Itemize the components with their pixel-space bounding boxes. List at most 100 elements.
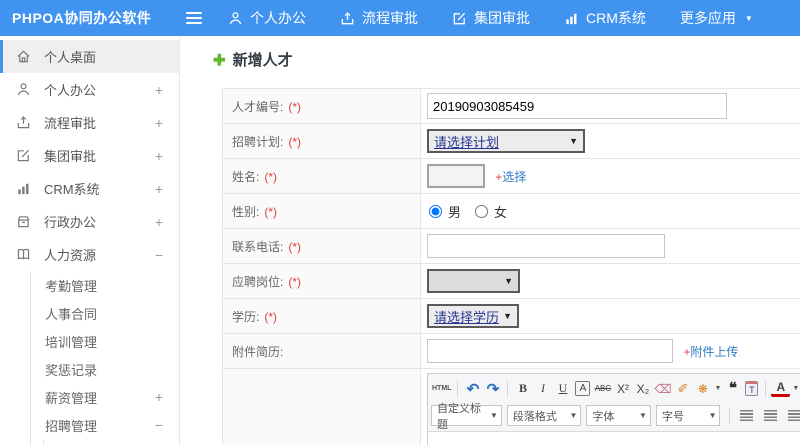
nav-label: 更多应用 (679, 10, 736, 26)
sidebar-item-recruit-demand[interactable]: 招聘需求 (44, 439, 179, 445)
align-center-icon[interactable] (764, 410, 777, 421)
expand-plus-icon[interactable]: + (155, 181, 163, 197)
superscript-icon[interactable]: X² (613, 378, 632, 399)
sidebar-item-personal-desktop[interactable]: 个人桌面 (0, 40, 179, 73)
recruit-submenu: 招聘需求 (43, 439, 179, 445)
eraser-icon[interactable]: ⌫ (653, 378, 672, 399)
page-title: ✚ 新增人才 (213, 49, 293, 70)
caret-down-icon: ▼ (504, 276, 513, 286)
attachment-upload-link[interactable]: +附件上传 (683, 345, 738, 359)
nav-workflow-approval[interactable]: 流程审批 (340, 8, 418, 28)
caret-down-icon: ▼ (503, 311, 512, 321)
add-plus-icon: ✚ (213, 51, 226, 69)
sidebar-item-personnel-contract[interactable]: 人事合同 (31, 299, 179, 327)
sidebar-item-salary-mgmt[interactable]: 薪资管理 + (31, 383, 179, 411)
recruit-plan-label-cell: 招聘计划: (*) (222, 123, 421, 159)
redo-icon[interactable]: ↷ (483, 378, 502, 399)
nav-group-approval[interactable]: 集团审批 (452, 8, 530, 28)
sidebar-item-recruit-mgmt[interactable]: 招聘管理 − (31, 411, 179, 439)
bold-icon[interactable]: B (513, 378, 532, 399)
expand-plus-icon[interactable]: + (155, 389, 163, 405)
underline-icon[interactable]: U (553, 378, 572, 399)
caret-down-icon: ▼ (639, 411, 647, 420)
expand-plus-icon[interactable]: + (155, 214, 163, 230)
required-mark: (*) (288, 239, 302, 254)
resume-file-input[interactable] (427, 339, 673, 363)
sidebar-item-label: 个人办公 (44, 83, 97, 98)
app-title: PHPOA协同办公软件 (12, 10, 152, 26)
name-input[interactable] (427, 164, 485, 188)
required-mark: (*) (264, 204, 278, 219)
sidebar-item-attendance-mgmt[interactable]: 考勤管理 (31, 271, 179, 299)
align-left-icon[interactable] (740, 410, 754, 421)
phone-input[interactable] (427, 234, 665, 258)
font-box-icon[interactable]: A (575, 381, 591, 396)
sidebar-item-personal-office[interactable]: 个人办公 + (0, 73, 179, 106)
paragraph-format-select[interactable]: 段落格式 ▼ (506, 405, 582, 426)
expand-plus-icon[interactable]: + (155, 115, 163, 131)
table-row: 人才编号: (*) (222, 88, 800, 124)
choose-person-link[interactable]: +选择 (495, 170, 526, 184)
nav-personal-office[interactable]: 个人办公 (228, 8, 306, 28)
required-mark: (*) (288, 99, 302, 114)
nav-more-apps[interactable]: 更多应用 ▼ (680, 8, 753, 28)
sidebar-item-reward-punishment[interactable]: 奖惩记录 (31, 355, 179, 383)
collapse-minus-icon[interactable]: − (155, 417, 163, 433)
position-label-cell: 应聘岗位: (*) (222, 263, 421, 299)
sidebar-item-human-resources[interactable]: 人力资源 − (0, 238, 179, 271)
sidebar-item-training-mgmt[interactable]: 培训管理 (31, 327, 179, 355)
html-source-icon[interactable]: HTML (431, 378, 452, 399)
caret-down-icon[interactable]: ▼ (792, 385, 799, 392)
main-content: ✚ 新增人才 人才编号:(*) 招聘计划:(*) 请选择计划 ▼ (181, 36, 800, 445)
caret-down-icon: ▼ (708, 411, 717, 420)
talent-no-input[interactable] (427, 93, 727, 119)
sidebar-item-workflow-approval[interactable]: 流程审批 + (0, 106, 179, 139)
font-size-select[interactable]: 字号 ▼ (655, 405, 721, 426)
talent-no-label-cell: 人才编号: (*) (222, 88, 421, 124)
sidebar-item-label: 流程审批 (44, 116, 97, 131)
format-brush-icon[interactable]: ✐ (673, 378, 692, 399)
required-mark: (*) (264, 309, 278, 324)
required-mark: (*) (264, 169, 278, 184)
table-row: 学历: (*) 请选择学历 ▼ (222, 298, 800, 334)
italic-icon[interactable]: I (533, 378, 552, 399)
paste-text-icon[interactable]: T (745, 381, 759, 396)
user-icon (16, 82, 33, 97)
font-family-select[interactable]: 字体 ▼ (586, 405, 651, 426)
custom-title-select[interactable]: 自定义标题 ▼ (431, 403, 502, 431)
sidebar-item-admin-office[interactable]: 行政办公 + (0, 205, 179, 238)
table-row: 招聘计划: (*) 请选择计划 ▼ (222, 123, 800, 159)
subscript-icon[interactable]: X₂ (633, 378, 652, 399)
menu-icon[interactable] (186, 12, 202, 24)
blockquote-icon[interactable]: ❝ (723, 378, 742, 399)
edit-icon (452, 11, 467, 26)
position-select[interactable]: ▼ (427, 269, 520, 293)
gender-radio-group: 男 女 (427, 202, 800, 221)
sidebar-item-group-approval[interactable]: 集团审批 + (0, 139, 179, 172)
nav-label: 流程审批 (362, 10, 418, 26)
strikethrough-icon[interactable]: ABC (593, 378, 612, 399)
gender-male-radio[interactable] (429, 204, 442, 218)
undo-icon[interactable]: ↶ (463, 378, 482, 399)
user-icon (228, 11, 243, 26)
sidebar-item-crm-system[interactable]: CRM系统 + (0, 172, 179, 205)
font-color-icon[interactable]: A (771, 380, 791, 397)
required-mark: (*) (288, 274, 302, 289)
education-select[interactable]: 请选择学历 ▼ (427, 304, 519, 328)
editor-content-area[interactable] (428, 432, 800, 445)
text-effects-icon[interactable]: ❋ (693, 378, 712, 399)
sidebar-item-label: 行政办公 (44, 215, 97, 230)
collapse-minus-icon[interactable]: − (155, 247, 163, 263)
nav-label: 个人办公 (250, 10, 306, 26)
align-right-icon[interactable] (787, 410, 800, 421)
expand-plus-icon[interactable]: + (155, 148, 163, 164)
nav-crm-system[interactable]: CRM系统 (564, 8, 646, 28)
caret-down-icon[interactable]: ▼ (714, 385, 721, 392)
sidebar: 个人桌面 个人办公 + 流程审批 + 集团审批 + CRM系统 + 行政办公 + (0, 36, 180, 445)
expand-plus-icon[interactable]: + (155, 82, 163, 98)
education-label-cell: 学历: (*) (222, 298, 421, 334)
sidebar-item-label: 个人桌面 (44, 50, 97, 65)
home-icon (16, 49, 33, 64)
recruit-plan-select[interactable]: 请选择计划 ▼ (427, 129, 585, 153)
gender-female-radio[interactable] (475, 204, 489, 218)
